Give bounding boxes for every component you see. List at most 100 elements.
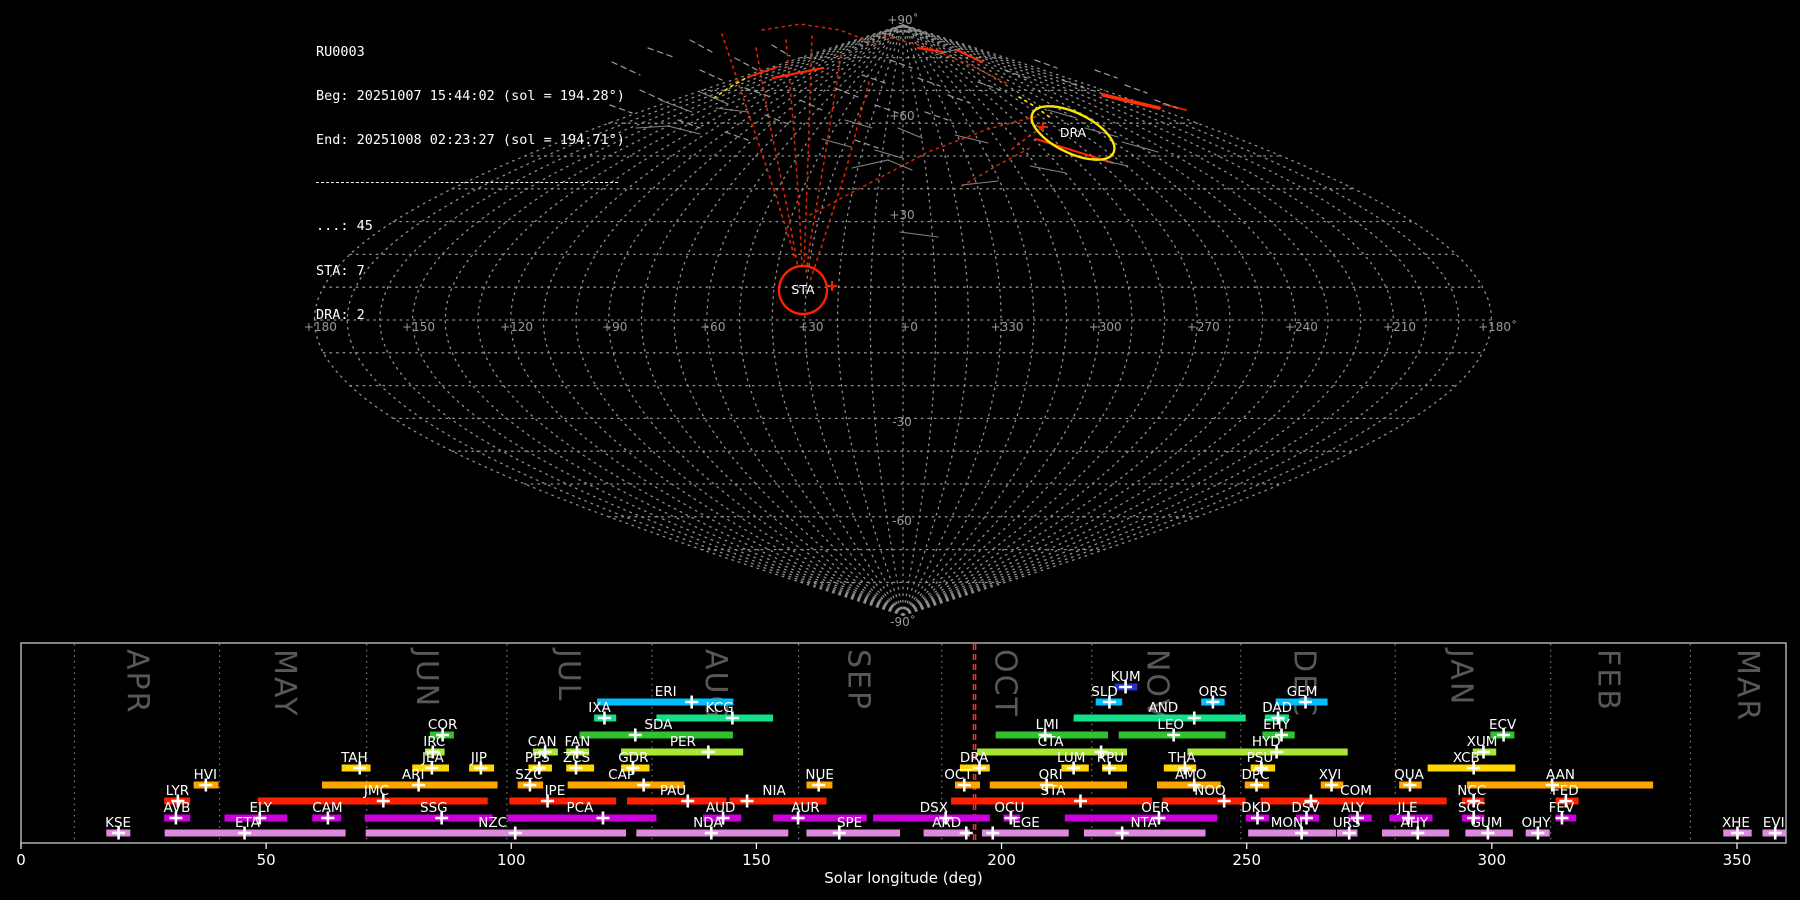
meteor-trail-dotted — [755, 47, 799, 269]
meteor-trail-gray — [639, 89, 663, 101]
shower-label-ely: ELY — [249, 800, 272, 816]
shower-label-psu: PSU — [1247, 750, 1274, 766]
count-sta: STA: 7 — [316, 262, 365, 279]
x-axis-tick-label: 350 — [1723, 851, 1752, 869]
station-id: RU0003 — [316, 43, 365, 60]
meteor-trail-dotted — [809, 115, 1039, 216]
shower-label-scc: SCC — [1458, 800, 1485, 816]
meteor-trail-dotted — [961, 147, 1031, 187]
constellation-line — [954, 134, 989, 144]
shower-label-pps: PPS — [525, 750, 550, 766]
shower-label-fed: FED — [1552, 783, 1579, 799]
shower-label-dra: DRA — [960, 750, 989, 766]
shower-label-sta: STA — [1041, 783, 1067, 799]
x-axis-tick-label: 100 — [497, 851, 526, 869]
meteor-trail-gray — [689, 39, 713, 53]
shower-label-ors: ORS — [1199, 684, 1228, 700]
meteor-trail-gray — [977, 81, 1001, 91]
shower-label-dsx: DSX — [920, 800, 948, 816]
map-longitude-label: +210 — [1383, 320, 1416, 334]
meteor-trail-gray — [947, 94, 971, 104]
shower-peak-cross-pca — [596, 811, 610, 825]
shower-label-ari: ARI — [402, 767, 425, 783]
map-longitude-label: +300 — [1089, 320, 1122, 334]
count-dra: DRA: 2 — [316, 307, 365, 324]
map-pole-label: -90˚ — [890, 614, 916, 629]
shower-label-urs: URS — [1333, 815, 1361, 831]
shower-label-jle: JLE — [1396, 800, 1417, 816]
shower-label-sda: SDA — [644, 717, 673, 733]
shower-label-evi: EVI — [1763, 815, 1785, 831]
shower-label-xvi: XVI — [1319, 767, 1341, 783]
map-longitude-label: +30 — [798, 320, 823, 334]
shower-label-nue: NUE — [805, 767, 834, 783]
map-longitude-label: +240 — [1285, 320, 1318, 334]
meteor-trail-dotted — [721, 33, 796, 259]
radiant-cross-marker — [827, 281, 837, 291]
shower-label-kse: KSE — [105, 815, 131, 831]
shower-label-xcb: XCB — [1453, 750, 1480, 766]
shower-label-oct: OCT — [944, 767, 973, 783]
meteor-trail-gray — [677, 119, 701, 129]
shower-label-xum: XUM — [1467, 734, 1498, 750]
shower-label-kcg: KCG — [706, 700, 734, 716]
shower-label-zcs: ZCS — [563, 750, 590, 766]
shower-label-szc: SZC — [515, 767, 542, 783]
shower-label-per: PER — [670, 734, 696, 750]
shower-label-spe: SPE — [837, 815, 862, 831]
shower-label-cap: CAP — [608, 767, 635, 783]
meteor-trail-gray — [917, 77, 941, 87]
x-axis-tick-label: 0 — [16, 851, 26, 869]
shower-label-rpu: RPU — [1097, 750, 1124, 766]
shower-label-hvi: HVI — [194, 767, 217, 783]
meteor-trail-gray — [734, 57, 758, 71]
shower-peak-cross-per — [701, 745, 715, 759]
shower-label-ahy: AHY — [1401, 815, 1429, 831]
shower-label-lum: LUM — [1057, 750, 1085, 766]
shower-label-nzc: NZC — [478, 815, 507, 831]
shower-label-mon: MON — [1271, 815, 1303, 831]
shower-label-sld: SLD — [1091, 684, 1118, 700]
shower-label-fev: FEV — [1549, 800, 1575, 816]
constellation-line — [874, 149, 903, 159]
shower-label-irc: IRC — [423, 734, 445, 750]
meteor-streak — [1101, 93, 1161, 110]
shower-label-nia: NIA — [762, 783, 786, 799]
map-longitude-label: +270 — [1187, 320, 1220, 334]
map-latitude-label: +60 — [889, 109, 914, 123]
shower-label-ixa: IXA — [588, 700, 611, 716]
shower-label-dad: DAD — [1262, 700, 1292, 716]
meteor-trail-gray — [924, 111, 949, 121]
map-longitude-label: +330 — [991, 320, 1024, 334]
map-latitude-label: -60 — [892, 514, 912, 528]
meteor-trail-gray — [744, 87, 769, 97]
constellation-line — [1029, 165, 1067, 174]
map-latitude-label: +30 — [889, 208, 914, 222]
end-time-line: End: 20251008 02:23:27 (sol = 194.71°) — [316, 132, 625, 149]
meteor-trail-gray — [1034, 59, 1058, 69]
meteor-trail-gray — [861, 74, 886, 84]
shower-label-avb: AVB — [163, 800, 190, 816]
shower-label-gum: GUM — [1470, 815, 1502, 831]
constellation-line — [1121, 141, 1159, 153]
shower-label-pau: PAU — [660, 783, 686, 799]
shower-label-aan: AAN — [1546, 767, 1575, 783]
shower-label-com: COM — [1340, 783, 1372, 799]
shower-label-ohy: OHY — [1521, 815, 1551, 831]
meteor-trail-gray — [834, 87, 859, 98]
x-axis-tick-label: 200 — [987, 851, 1016, 869]
shower-label-xhe: XHE — [1722, 815, 1750, 831]
shower-label-noo: NOO — [1194, 783, 1225, 799]
shower-peak-cross-and — [1187, 711, 1201, 725]
shower-label-jip: JIP — [470, 750, 487, 766]
shower-label-ssg: SSG — [420, 800, 448, 816]
map-pole-label: +90˚ — [887, 12, 918, 27]
map-longitude-label: +60 — [700, 320, 725, 334]
x-axis-tick-label: 300 — [1478, 851, 1507, 869]
shower-label-aur: AUR — [791, 800, 820, 816]
shower-peak-cross-sda — [628, 728, 642, 742]
constellation-line — [715, 107, 749, 113]
meteor-trail-gray — [889, 59, 913, 69]
month-label: JUN — [409, 647, 444, 708]
shower-label-oer: OER — [1141, 800, 1170, 816]
